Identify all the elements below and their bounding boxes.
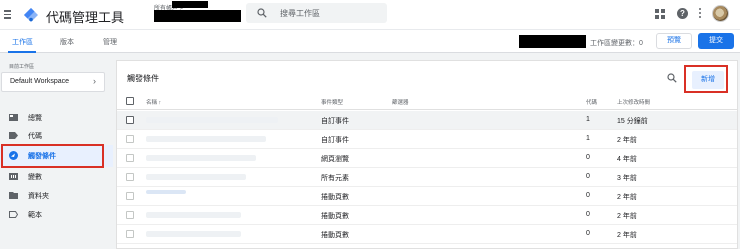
sidebar-item-variables[interactable]: 變數 — [0, 167, 113, 187]
workspace-changes-count: 工作區變更數：0 — [590, 40, 643, 47]
variables-icon — [9, 173, 18, 180]
trigger-name-redacted[interactable] — [146, 117, 278, 123]
sidebar-item-tags[interactable]: 代碼 — [0, 126, 113, 146]
row-checkbox[interactable] — [126, 211, 134, 219]
tab-admin[interactable]: 管理 — [103, 37, 117, 47]
event-type-cell: 自訂事件 — [321, 118, 349, 125]
preview-button[interactable]: 預覽 — [656, 33, 692, 49]
last-edited-cell: 3 年前 — [617, 175, 637, 182]
event-type-cell: 捲動頁數 — [321, 232, 349, 239]
highlight-box-new-button — [684, 65, 728, 93]
trigger-name-redacted[interactable] — [146, 231, 241, 237]
sidebar-item-overview[interactable]: 總覽 — [0, 108, 113, 128]
sidebar-item-label: 代碼 — [28, 133, 42, 140]
tag-manager-logo-icon[interactable] — [23, 7, 39, 23]
event-type-cell: 捲動頁數 — [321, 194, 349, 201]
redacted-account-name — [172, 1, 208, 8]
select-all-checkbox[interactable] — [126, 97, 134, 105]
folder-icon — [9, 192, 18, 199]
column-header-last-edited[interactable]: 上次修改時間 — [617, 98, 650, 106]
trigger-name-redacted[interactable] — [146, 155, 256, 161]
table-row[interactable]: 自訂事件 1 2 年前 — [117, 130, 737, 149]
avatar[interactable] — [712, 5, 729, 22]
column-header-tags[interactable]: 代碼 — [586, 98, 597, 106]
sidebar-item-label: 範本 — [28, 212, 42, 219]
redacted-container-id — [519, 35, 586, 48]
sidebar-item-label: 資料夾 — [28, 193, 49, 200]
table-row[interactable]: 捲動頁數 0 2 年前 — [117, 225, 737, 244]
search-icon — [257, 8, 267, 18]
column-header-event-type[interactable]: 事件類型 — [321, 98, 343, 106]
search-icon[interactable] — [667, 73, 677, 83]
event-type-cell: 自訂事件 — [321, 137, 349, 144]
chevron-right-icon: › — [93, 76, 96, 86]
search-input[interactable]: 搜尋工作區 — [246, 3, 387, 23]
top-app-bar: 代碼管理工具 所有帳戶 > 搜尋工作區 ? — [0, 0, 740, 29]
table-row[interactable]: 捲動頁數 0 2 年前 — [117, 206, 737, 225]
event-type-cell: 捲動頁數 — [321, 213, 349, 220]
table-row[interactable]: 捲動頁數 0 2 年前 — [117, 187, 737, 206]
last-edited-cell: 4 年前 — [617, 156, 637, 163]
tags-count-cell: 0 — [586, 230, 590, 237]
trigger-name-redacted[interactable] — [146, 174, 246, 180]
row-checkbox[interactable] — [126, 173, 134, 181]
row-checkbox[interactable] — [126, 230, 134, 238]
row-checkbox[interactable] — [126, 135, 134, 143]
row-checkbox[interactable] — [126, 154, 134, 162]
tags-count-cell: 1 — [586, 135, 590, 142]
last-edited-cell: 2 年前 — [617, 194, 637, 201]
last-edited-cell: 2 年前 — [617, 213, 637, 220]
help-icon[interactable]: ? — [677, 8, 688, 19]
apps-grid-icon[interactable] — [655, 9, 665, 19]
event-type-cell: 網頁瀏覽 — [321, 156, 349, 163]
row-checkbox[interactable] — [126, 192, 134, 200]
tab-workspace[interactable]: 工作區 — [12, 37, 33, 47]
event-type-cell: 所有元素 — [321, 175, 349, 182]
highlight-box-triggers — [1, 144, 104, 168]
submit-button[interactable]: 提交 — [698, 33, 734, 49]
app-title: 代碼管理工具 — [46, 10, 125, 25]
workspace-toolbar: 工作區 版本 管理 工作區變更數：0 預覽 提交 — [0, 29, 740, 53]
last-edited-cell: 15 分鐘前 — [617, 118, 648, 125]
search-placeholder: 搜尋工作區 — [280, 9, 320, 18]
triggers-panel: 觸發條件 新增 名稱 ↑ 事件類型 篩選器 代碼 上次修改時間 自訂事件 1 1… — [116, 60, 738, 249]
menu-icon[interactable] — [4, 10, 11, 19]
trigger-name-redacted[interactable] — [146, 190, 186, 194]
tab-versions[interactable]: 版本 — [60, 37, 74, 47]
sidebar-item-label: 總覽 — [28, 115, 42, 122]
panel-title: 觸發條件 — [127, 74, 159, 83]
column-header-name[interactable]: 名稱 ↑ — [146, 98, 161, 106]
sidebar-item-folders[interactable]: 資料夾 — [0, 186, 113, 206]
more-vert-icon[interactable] — [699, 8, 702, 20]
trigger-name-redacted[interactable] — [146, 212, 241, 218]
tags-count-cell: 0 — [586, 211, 590, 218]
workspace-name: Default Workspace — [10, 78, 70, 85]
sidebar-item-templates[interactable]: 範本 — [0, 205, 113, 225]
row-checkbox[interactable] — [126, 116, 134, 124]
table-row[interactable]: 所有元素 0 3 年前 — [117, 168, 737, 187]
overview-icon — [9, 114, 18, 121]
table-row[interactable]: 網頁瀏覽 0 4 年前 — [117, 149, 737, 168]
tags-count-cell: 0 — [586, 173, 590, 180]
table-header: 名稱 ↑ 事件類型 篩選器 代碼 上次修改時間 — [117, 93, 737, 110]
template-icon — [9, 211, 18, 218]
current-workspace-label: 目前工作區 — [9, 64, 35, 70]
redacted-container-name[interactable] — [154, 10, 241, 22]
sidebar-item-label: 變數 — [28, 174, 42, 181]
tags-count-cell: 0 — [586, 192, 590, 199]
last-edited-cell: 2 年前 — [617, 232, 637, 239]
workspace-selector[interactable]: Default Workspace › — [1, 72, 105, 92]
last-edited-cell: 2 年前 — [617, 137, 637, 144]
tags-count-cell: 0 — [586, 154, 590, 161]
column-header-filter[interactable]: 篩選器 — [392, 98, 409, 106]
tags-count-cell: 1 — [586, 116, 590, 123]
tag-icon — [9, 132, 18, 139]
trigger-name-redacted[interactable] — [146, 136, 266, 142]
table-row[interactable]: 自訂事件 1 15 分鐘前 — [117, 111, 737, 130]
